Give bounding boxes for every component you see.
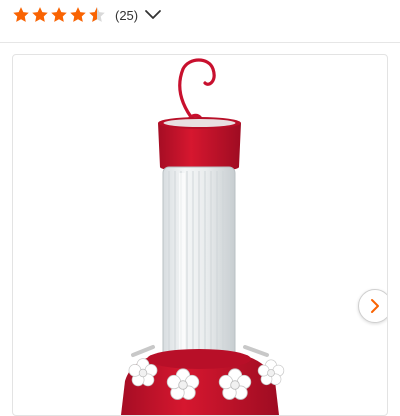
divider bbox=[0, 42, 400, 43]
product-image bbox=[121, 58, 285, 415]
rating-summary[interactable]: (25) bbox=[12, 4, 162, 26]
star-icon bbox=[70, 7, 86, 22]
star-icon bbox=[51, 7, 67, 22]
star-rating bbox=[12, 6, 107, 24]
next-image-button[interactable] bbox=[358, 289, 387, 323]
half-star-icon bbox=[89, 7, 105, 22]
product-image-gallery[interactable] bbox=[12, 54, 388, 416]
chevron-down-icon[interactable] bbox=[144, 9, 162, 21]
star-icon bbox=[32, 7, 48, 22]
chevron-right-icon bbox=[371, 299, 379, 313]
star-icon bbox=[13, 7, 29, 22]
review-count[interactable]: (25) bbox=[115, 8, 138, 23]
